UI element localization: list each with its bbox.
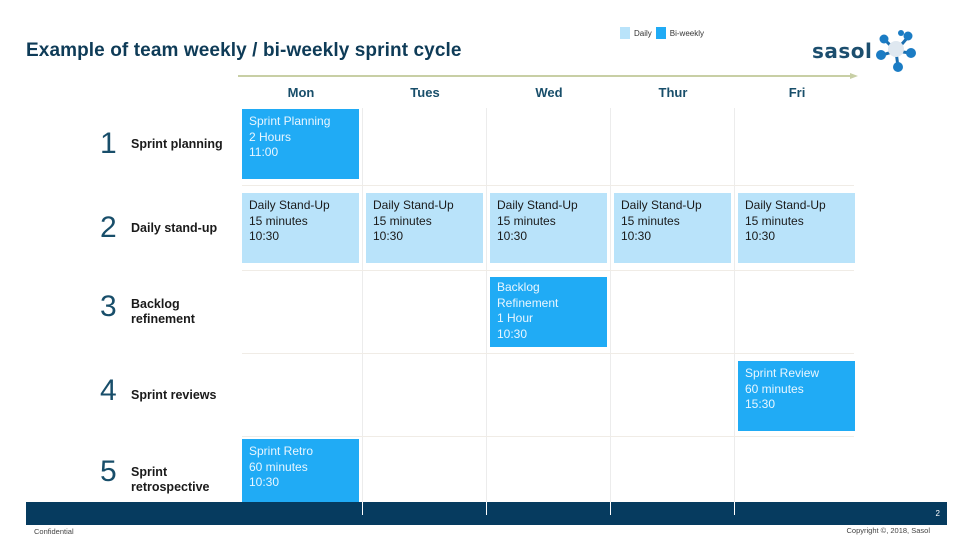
row-label: Daily stand-up	[131, 221, 218, 235]
event-text: 10:30	[497, 229, 528, 243]
timeline-arrow	[238, 73, 858, 79]
event-daily-mon[interactable]: Daily Stand-Up 15 minutes 10:30	[242, 193, 359, 263]
event-text: 10:30	[497, 326, 528, 341]
event-text: Daily Stand-Up	[745, 198, 826, 212]
event-text: 10:30	[745, 229, 776, 243]
grid-divider	[486, 108, 487, 503]
row-number: 5	[100, 455, 117, 488]
row-label: Sprint planning	[131, 137, 223, 151]
legend-label-biweekly: Bi-weekly	[669, 28, 705, 38]
row-number: 4	[100, 374, 117, 407]
legend-label-daily: Daily	[634, 28, 652, 38]
event-biweekly-mon[interactable]: Sprint Planning 2 Hours 11:00	[242, 109, 359, 179]
event-text: 15 minutes	[745, 213, 804, 228]
row-number: 1	[100, 127, 117, 160]
event-text: Backlog	[497, 280, 540, 294]
day-header-wed: Wed	[535, 85, 563, 100]
page-number: 2	[935, 509, 940, 518]
footer-divider	[362, 502, 363, 515]
footer-divider	[610, 502, 611, 515]
event-text: Refinement	[497, 295, 559, 310]
row-label: Sprint retrospective	[131, 465, 210, 494]
event-text: Sprint Planning	[249, 114, 331, 128]
event-daily-tues[interactable]: Daily Stand-Up 15 minutes 10:30	[366, 193, 483, 263]
event-daily-fri[interactable]: Daily Stand-Up 15 minutes 10:30	[738, 193, 855, 263]
grid-row-divider	[242, 436, 854, 437]
event-text: 11:00	[249, 145, 279, 159]
event-text: Sprint Review	[745, 366, 820, 380]
event-text: 15 minutes	[621, 213, 680, 228]
event-text: Daily Stand-Up	[621, 198, 702, 212]
event-biweekly-fri[interactable]: Sprint Review 60 minutes 15:30	[738, 361, 855, 431]
event-text: 2 Hours	[249, 129, 292, 144]
day-header-mon: Mon	[287, 85, 315, 100]
row-number: 3	[100, 290, 117, 323]
event-text: Daily Stand-Up	[497, 198, 578, 212]
event-daily-wed[interactable]: Daily Stand-Up 15 minutes 10:30	[490, 193, 607, 263]
day-header-fri: Fri	[788, 85, 806, 100]
grid-divider	[734, 108, 735, 503]
row-label: Sprint reviews	[131, 388, 217, 402]
sasol-logo: sasol	[812, 28, 932, 74]
copyright-label: Copyright ©, 2018, Sasol	[846, 526, 931, 535]
day-header-thur: Thur	[658, 85, 688, 100]
day-header-tues: Tues	[410, 85, 440, 100]
legend-swatch-biweekly	[655, 27, 666, 39]
event-text: 15 minutes	[497, 213, 556, 228]
molecule-icon	[876, 30, 917, 72]
event-text: 10:30	[249, 229, 280, 243]
logo-text: sasol	[812, 39, 873, 63]
event-daily-thur[interactable]: Daily Stand-Up 15 minutes 10:30	[614, 193, 731, 263]
event-text: Daily Stand-Up	[249, 198, 330, 212]
legend: Daily Bi-weekly	[620, 27, 708, 39]
event-text: 10:30	[373, 229, 404, 243]
event-text: 1 Hour	[497, 311, 534, 325]
grid-divider	[610, 108, 611, 503]
event-text: 60 minutes	[745, 381, 804, 396]
row-label: Backlog refinement	[131, 297, 195, 326]
grid-row-divider	[242, 185, 854, 186]
event-text: 15 minutes	[249, 213, 308, 228]
event-text: Sprint Retro	[249, 444, 314, 458]
footer-divider	[486, 502, 487, 515]
event-text: 15:30	[745, 397, 776, 411]
event-text: 15 minutes	[373, 213, 432, 228]
event-text: 60 minutes	[249, 459, 308, 474]
grid-row-divider	[242, 270, 854, 271]
slide-title: Example of team weekly / bi-weekly sprin…	[26, 40, 462, 61]
footer-divider	[734, 502, 735, 515]
grid-row-divider	[242, 353, 854, 354]
grid-divider	[362, 108, 363, 503]
event-biweekly-mon[interactable]: Sprint Retro 60 minutes 10:30	[242, 439, 359, 509]
event-biweekly-wed[interactable]: Backlog Refinement 1 Hour 10:30	[490, 277, 607, 347]
event-text: 10:30	[249, 475, 280, 489]
confidential-label: Confidential	[34, 527, 74, 536]
row-number: 2	[100, 211, 117, 244]
event-text: 10:30	[621, 229, 652, 243]
legend-swatch-daily	[620, 27, 630, 39]
event-text: Daily Stand-Up	[373, 198, 454, 212]
